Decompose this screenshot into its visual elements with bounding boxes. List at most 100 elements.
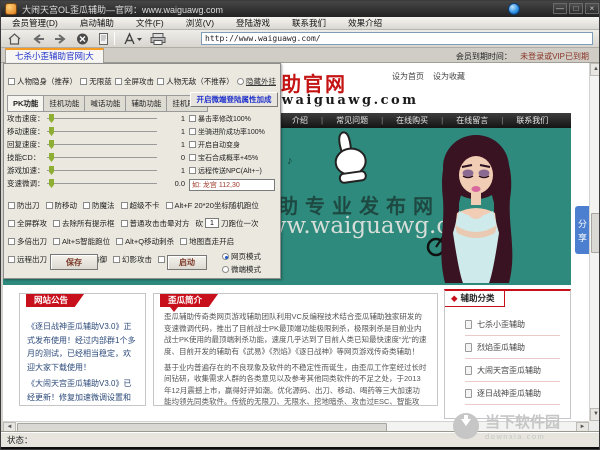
menu-effects[interactable]: 效果介绍: [337, 17, 393, 29]
micro-client-boost-button[interactable]: 开启微端登陆属性加成: [190, 92, 278, 107]
checkbox-icon[interactable]: [166, 202, 173, 209]
checkbox-icon[interactable]: [8, 202, 15, 209]
checkbox-stealth[interactable]: 人物隐身（推荐）: [8, 76, 77, 87]
checkbox-icon[interactable]: [180, 238, 187, 245]
tab-afk[interactable]: 挂机功能: [43, 95, 84, 112]
tab-assist[interactable]: 辅助功能: [125, 95, 166, 112]
menu-file[interactable]: 文件(F): [125, 17, 175, 29]
game-accel-slider[interactable]: [47, 166, 171, 175]
checkbox-icon[interactable]: [189, 115, 196, 122]
tab-shout[interactable]: 喊话功能: [84, 95, 125, 112]
checkbox-anti-magic[interactable]: 防魔法: [83, 200, 115, 211]
share-tab[interactable]: 分享: [575, 206, 589, 254]
slider-thumb[interactable]: [49, 127, 54, 136]
checkbox-icon[interactable]: [116, 238, 123, 245]
vertical-scrollbar[interactable]: ▲ ▼: [589, 63, 600, 421]
slider-thumb[interactable]: [49, 140, 54, 149]
attack-speed-slider[interactable]: [47, 114, 171, 123]
checkbox-icon[interactable]: [80, 78, 87, 85]
checkbox-icon[interactable]: [83, 202, 90, 209]
checkbox-icon[interactable]: [121, 202, 128, 209]
maximize-button[interactable]: □: [569, 3, 583, 14]
checkbox-map-straight[interactable]: 地图直走开启: [180, 236, 234, 247]
menu-launch[interactable]: 启动辅助: [69, 17, 125, 29]
category-item[interactable]: 七杀小歪辅助: [465, 313, 560, 336]
refresh-page-icon[interactable]: [96, 32, 111, 46]
nav-intro[interactable]: 介绍: [279, 115, 321, 126]
checkbox-smart-run[interactable]: Alt+S智能跑位: [53, 236, 110, 247]
slider-thumb[interactable]: [49, 153, 54, 162]
gem-icon[interactable]: [508, 3, 520, 15]
back-icon[interactable]: [31, 32, 46, 46]
tab-pk[interactable]: PK功能: [7, 95, 43, 112]
checkbox-auto-transform[interactable]: 开启自动变身: [189, 138, 281, 151]
checkbox-icon[interactable]: [53, 220, 60, 227]
checkbox-move-assassinate[interactable]: Alt+Q移动刺杀: [116, 236, 174, 247]
category-item[interactable]: 烈焰歪瓜辅助: [465, 336, 560, 359]
recover-speed-slider[interactable]: [47, 140, 171, 149]
browser-tab[interactable]: 七杀小歪辅助官网|大: [5, 48, 104, 63]
checkbox-icon[interactable]: [121, 220, 128, 227]
checkbox-icon[interactable]: [189, 154, 196, 161]
checkbox-fullscreen-attack[interactable]: 全屏攻击: [115, 76, 154, 87]
forward-icon[interactable]: [53, 32, 68, 46]
slider-thumb[interactable]: [49, 179, 54, 188]
checkbox-invincible[interactable]: 人物无敌（不推荐）: [157, 76, 234, 87]
checkbox-unlimited-mana[interactable]: 无限蓝: [80, 76, 112, 87]
save-button[interactable]: 保存: [50, 254, 98, 270]
checkbox-multi-slash[interactable]: 多倍出刀: [8, 236, 47, 247]
slider-thumb[interactable]: [49, 166, 54, 175]
url-input[interactable]: [201, 32, 593, 45]
move-speed-slider[interactable]: [47, 127, 171, 136]
checkbox-icon[interactable]: [115, 78, 122, 85]
speed-finetune-slider[interactable]: [47, 179, 171, 188]
font-size-icon[interactable]: [123, 32, 143, 46]
print-icon[interactable]: [149, 32, 167, 46]
checkbox-icon[interactable]: [8, 220, 15, 227]
radio-icon[interactable]: [222, 266, 229, 273]
checkbox-icon[interactable]: [157, 78, 164, 85]
scroll-up-button[interactable]: ▲: [590, 63, 600, 76]
checkbox-icon[interactable]: [189, 128, 196, 135]
checkbox-icon[interactable]: [53, 238, 60, 245]
close-button[interactable]: ×: [585, 3, 599, 14]
menu-contact[interactable]: 联系我们: [281, 17, 337, 29]
nav-message[interactable]: 在线留言: [443, 115, 501, 126]
home-icon[interactable]: [7, 32, 22, 46]
radio-web-mode[interactable]: 网页模式: [222, 251, 261, 262]
nav-buy[interactable]: 在线购买: [383, 115, 441, 126]
stop-icon[interactable]: [75, 32, 90, 46]
checkbox-no-lag[interactable]: 超级不卡: [121, 200, 160, 211]
checkbox-crit-rate[interactable]: 暴击率修改100%: [189, 112, 281, 125]
checkbox-anti-move[interactable]: 防移动: [46, 200, 78, 211]
checkbox-remote-teleport[interactable]: 远程传送NPC(Alt+~): [189, 164, 281, 177]
radio-icon[interactable]: [237, 78, 244, 85]
slider-thumb[interactable]: [49, 114, 54, 123]
checkbox-remove-tips[interactable]: 去除所有提示框: [53, 218, 115, 229]
checkbox-anti-slash[interactable]: 防出刀: [8, 200, 40, 211]
set-homepage-link[interactable]: 设为首页: [392, 71, 424, 82]
horizontal-scroll-thumb[interactable]: [17, 423, 387, 432]
radio-hide-hack[interactable]: 隐藏外挂: [237, 76, 276, 87]
radio-icon[interactable]: [222, 253, 229, 260]
checkbox-icon[interactable]: [46, 202, 53, 209]
radio-micro-mode[interactable]: 微端模式: [222, 264, 261, 275]
nav-faq[interactable]: 常见问题: [323, 115, 381, 126]
checkbox-icon[interactable]: [8, 238, 15, 245]
category-item[interactable]: 大闹天宫歪瓜辅助: [465, 359, 560, 382]
checkbox-group-attack[interactable]: 全屏群攻: [8, 218, 47, 229]
scroll-down-button[interactable]: ▼: [590, 408, 600, 421]
skill-cd-slider[interactable]: [47, 153, 171, 162]
minimize-button[interactable]: —: [553, 3, 567, 14]
nav-contact[interactable]: 联系我们: [503, 115, 561, 126]
checkbox-icon[interactable]: [189, 167, 196, 174]
checkbox-gem-rate[interactable]: 宝石合成概率+45%: [189, 151, 281, 164]
start-button[interactable]: 启动: [167, 255, 207, 270]
checkbox-icon[interactable]: [189, 141, 196, 148]
checkbox-icon[interactable]: [8, 78, 15, 85]
npc-coords-input[interactable]: [189, 179, 275, 191]
menu-member[interactable]: 会员管理(D): [1, 17, 69, 29]
checkbox-stun-attack[interactable]: 普通攻击击晕对方: [121, 218, 190, 229]
category-item[interactable]: 逐日战神歪瓜辅助: [465, 382, 560, 405]
menu-login-game[interactable]: 登陆游戏: [225, 17, 281, 29]
